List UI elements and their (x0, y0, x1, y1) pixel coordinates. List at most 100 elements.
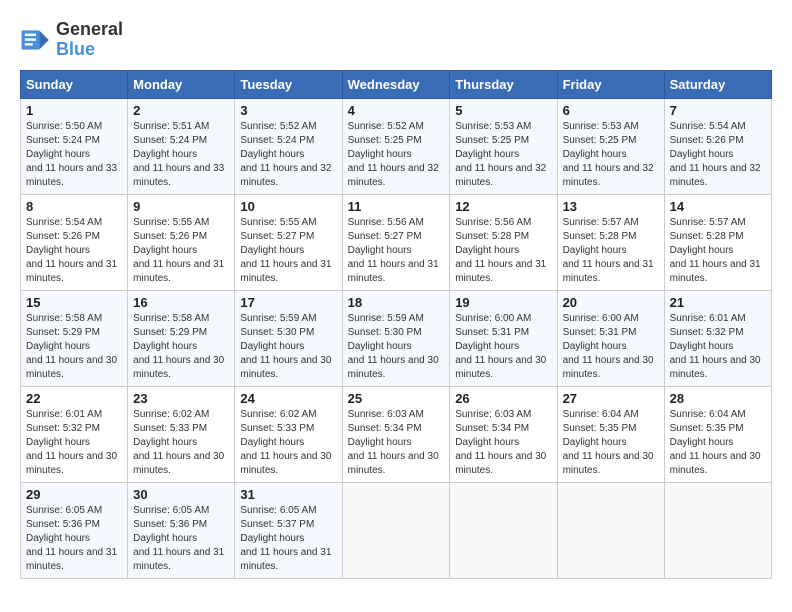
table-row: 1 Sunrise: 5:50 AM Sunset: 5:24 PM Dayli… (21, 98, 128, 194)
column-header-wednesday: Wednesday (342, 70, 450, 98)
day-number: 29 (26, 487, 122, 502)
table-row: 21 Sunrise: 6:01 AM Sunset: 5:32 PM Dayl… (664, 290, 771, 386)
day-info: Sunrise: 5:53 AM Sunset: 5:25 PM Dayligh… (455, 120, 551, 190)
day-info: Sunrise: 6:05 AM Sunset: 5:37 PM Dayligh… (240, 504, 336, 574)
table-row: 25 Sunrise: 6:03 AM Sunset: 5:34 PM Dayl… (342, 386, 450, 482)
table-row: 15 Sunrise: 5:58 AM Sunset: 5:29 PM Dayl… (21, 290, 128, 386)
logo-icon (20, 24, 52, 56)
day-info: Sunrise: 5:52 AM Sunset: 5:25 PM Dayligh… (348, 120, 445, 190)
day-info: Sunrise: 5:57 AM Sunset: 5:28 PM Dayligh… (563, 216, 659, 286)
day-number: 17 (240, 295, 336, 310)
day-number: 21 (670, 295, 766, 310)
day-number: 18 (348, 295, 445, 310)
day-info: Sunrise: 5:54 AM Sunset: 5:26 PM Dayligh… (26, 216, 122, 286)
day-number: 19 (455, 295, 551, 310)
day-info: Sunrise: 5:51 AM Sunset: 5:24 PM Dayligh… (133, 120, 229, 190)
day-number: 22 (26, 391, 122, 406)
table-row: 30 Sunrise: 6:05 AM Sunset: 5:36 PM Dayl… (128, 482, 235, 578)
calendar-week-1: 1 Sunrise: 5:50 AM Sunset: 5:24 PM Dayli… (21, 98, 772, 194)
table-row: 16 Sunrise: 5:58 AM Sunset: 5:29 PM Dayl… (128, 290, 235, 386)
day-number: 14 (670, 199, 766, 214)
day-number: 24 (240, 391, 336, 406)
page-header: General Blue (20, 20, 772, 60)
day-info: Sunrise: 5:56 AM Sunset: 5:28 PM Dayligh… (455, 216, 551, 286)
table-row: 11 Sunrise: 5:56 AM Sunset: 5:27 PM Dayl… (342, 194, 450, 290)
day-info: Sunrise: 6:05 AM Sunset: 5:36 PM Dayligh… (133, 504, 229, 574)
logo: General Blue (20, 20, 123, 60)
day-info: Sunrise: 6:03 AM Sunset: 5:34 PM Dayligh… (455, 408, 551, 478)
day-number: 15 (26, 295, 122, 310)
table-row: 17 Sunrise: 5:59 AM Sunset: 5:30 PM Dayl… (235, 290, 342, 386)
day-info: Sunrise: 5:55 AM Sunset: 5:26 PM Dayligh… (133, 216, 229, 286)
column-header-sunday: Sunday (21, 70, 128, 98)
day-info: Sunrise: 6:02 AM Sunset: 5:33 PM Dayligh… (240, 408, 336, 478)
table-row: 26 Sunrise: 6:03 AM Sunset: 5:34 PM Dayl… (450, 386, 557, 482)
table-row: 9 Sunrise: 5:55 AM Sunset: 5:26 PM Dayli… (128, 194, 235, 290)
table-row: 3 Sunrise: 5:52 AM Sunset: 5:24 PM Dayli… (235, 98, 342, 194)
day-info: Sunrise: 5:59 AM Sunset: 5:30 PM Dayligh… (348, 312, 445, 382)
column-header-monday: Monday (128, 70, 235, 98)
table-row: 28 Sunrise: 6:04 AM Sunset: 5:35 PM Dayl… (664, 386, 771, 482)
day-number: 28 (670, 391, 766, 406)
day-info: Sunrise: 5:54 AM Sunset: 5:26 PM Dayligh… (670, 120, 766, 190)
table-row: 24 Sunrise: 6:02 AM Sunset: 5:33 PM Dayl… (235, 386, 342, 482)
table-row: 31 Sunrise: 6:05 AM Sunset: 5:37 PM Dayl… (235, 482, 342, 578)
day-info: Sunrise: 6:00 AM Sunset: 5:31 PM Dayligh… (563, 312, 659, 382)
day-info: Sunrise: 6:04 AM Sunset: 5:35 PM Dayligh… (563, 408, 659, 478)
column-header-saturday: Saturday (664, 70, 771, 98)
logo-text: General Blue (56, 20, 123, 60)
column-header-thursday: Thursday (450, 70, 557, 98)
day-number: 12 (455, 199, 551, 214)
calendar-table: SundayMondayTuesdayWednesdayThursdayFrid… (20, 70, 772, 579)
table-row: 29 Sunrise: 6:05 AM Sunset: 5:36 PM Dayl… (21, 482, 128, 578)
table-row: 13 Sunrise: 5:57 AM Sunset: 5:28 PM Dayl… (557, 194, 664, 290)
table-row: 14 Sunrise: 5:57 AM Sunset: 5:28 PM Dayl… (664, 194, 771, 290)
day-info: Sunrise: 5:55 AM Sunset: 5:27 PM Dayligh… (240, 216, 336, 286)
day-number: 4 (348, 103, 445, 118)
calendar-body: 1 Sunrise: 5:50 AM Sunset: 5:24 PM Dayli… (21, 98, 772, 578)
day-info: Sunrise: 5:52 AM Sunset: 5:24 PM Dayligh… (240, 120, 336, 190)
table-row (342, 482, 450, 578)
day-number: 13 (563, 199, 659, 214)
table-row: 27 Sunrise: 6:04 AM Sunset: 5:35 PM Dayl… (557, 386, 664, 482)
day-number: 20 (563, 295, 659, 310)
calendar-header-row: SundayMondayTuesdayWednesdayThursdayFrid… (21, 70, 772, 98)
day-number: 25 (348, 391, 445, 406)
table-row: 19 Sunrise: 6:00 AM Sunset: 5:31 PM Dayl… (450, 290, 557, 386)
table-row: 8 Sunrise: 5:54 AM Sunset: 5:26 PM Dayli… (21, 194, 128, 290)
day-info: Sunrise: 6:04 AM Sunset: 5:35 PM Dayligh… (670, 408, 766, 478)
table-row (450, 482, 557, 578)
table-row: 5 Sunrise: 5:53 AM Sunset: 5:25 PM Dayli… (450, 98, 557, 194)
day-number: 10 (240, 199, 336, 214)
column-header-tuesday: Tuesday (235, 70, 342, 98)
day-info: Sunrise: 5:56 AM Sunset: 5:27 PM Dayligh… (348, 216, 445, 286)
day-info: Sunrise: 5:59 AM Sunset: 5:30 PM Dayligh… (240, 312, 336, 382)
day-number: 2 (133, 103, 229, 118)
calendar-week-2: 8 Sunrise: 5:54 AM Sunset: 5:26 PM Dayli… (21, 194, 772, 290)
day-info: Sunrise: 6:01 AM Sunset: 5:32 PM Dayligh… (26, 408, 122, 478)
table-row (557, 482, 664, 578)
table-row: 18 Sunrise: 5:59 AM Sunset: 5:30 PM Dayl… (342, 290, 450, 386)
day-number: 31 (240, 487, 336, 502)
day-info: Sunrise: 5:58 AM Sunset: 5:29 PM Dayligh… (26, 312, 122, 382)
day-number: 8 (26, 199, 122, 214)
table-row: 20 Sunrise: 6:00 AM Sunset: 5:31 PM Dayl… (557, 290, 664, 386)
table-row: 4 Sunrise: 5:52 AM Sunset: 5:25 PM Dayli… (342, 98, 450, 194)
table-row: 2 Sunrise: 5:51 AM Sunset: 5:24 PM Dayli… (128, 98, 235, 194)
day-info: Sunrise: 6:05 AM Sunset: 5:36 PM Dayligh… (26, 504, 122, 574)
day-number: 23 (133, 391, 229, 406)
calendar-week-3: 15 Sunrise: 5:58 AM Sunset: 5:29 PM Dayl… (21, 290, 772, 386)
day-number: 26 (455, 391, 551, 406)
day-number: 7 (670, 103, 766, 118)
table-row (664, 482, 771, 578)
day-info: Sunrise: 5:53 AM Sunset: 5:25 PM Dayligh… (563, 120, 659, 190)
table-row: 23 Sunrise: 6:02 AM Sunset: 5:33 PM Dayl… (128, 386, 235, 482)
day-info: Sunrise: 5:58 AM Sunset: 5:29 PM Dayligh… (133, 312, 229, 382)
day-number: 3 (240, 103, 336, 118)
column-header-friday: Friday (557, 70, 664, 98)
day-number: 30 (133, 487, 229, 502)
day-info: Sunrise: 6:01 AM Sunset: 5:32 PM Dayligh… (670, 312, 766, 382)
table-row: 7 Sunrise: 5:54 AM Sunset: 5:26 PM Dayli… (664, 98, 771, 194)
day-number: 6 (563, 103, 659, 118)
day-info: Sunrise: 5:50 AM Sunset: 5:24 PM Dayligh… (26, 120, 122, 190)
